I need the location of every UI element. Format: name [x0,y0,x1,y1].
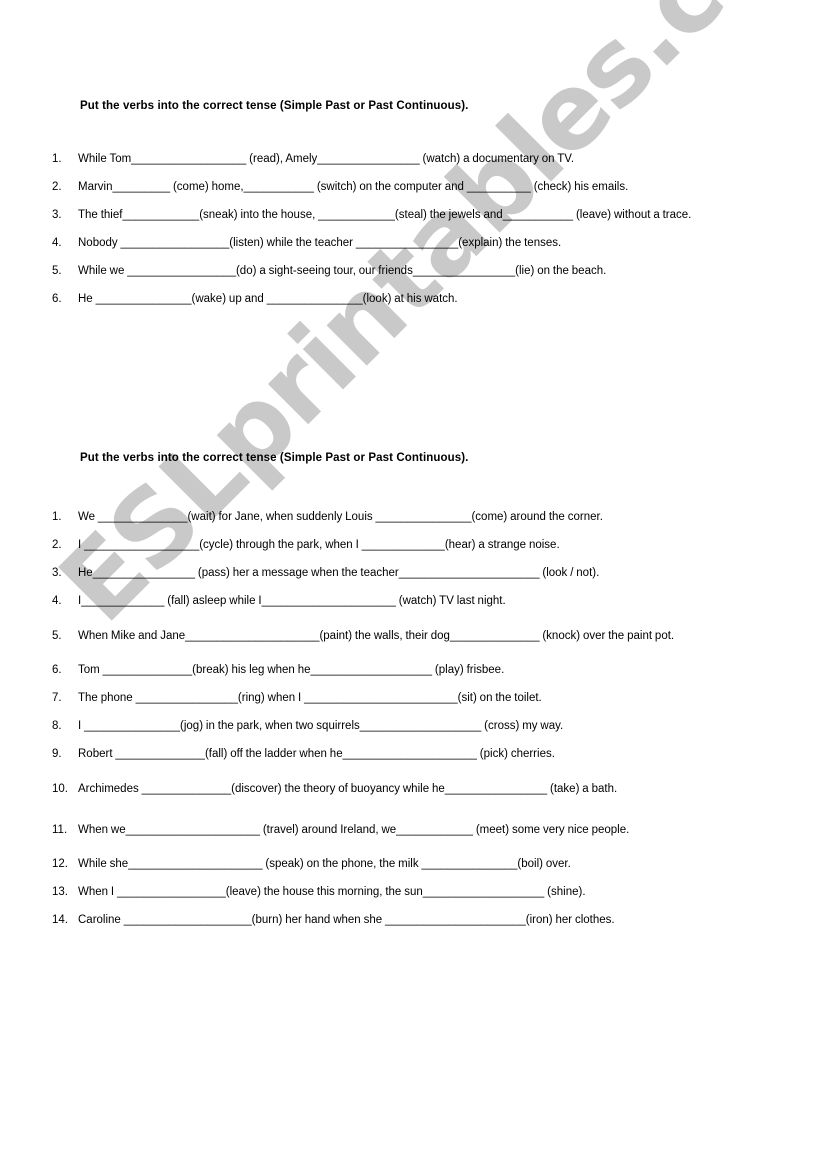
item-number: 6. [52,293,62,305]
item-text: When I _________________(leave) the hous… [78,886,586,898]
item-text: While we _________________(do) a sight-s… [78,265,607,277]
list-item: 5. When Mike and Jane___________________… [0,622,826,650]
exercise-2-heading: Put the verbs into the correct tense (Si… [80,452,469,464]
list-item: 2. I __________________(cycle) through t… [0,538,826,553]
list-item: 6. Tom ______________(break) his leg whe… [0,663,826,678]
item-number: 2. [52,539,62,551]
item-text: We ______________(wait) for Jane, when s… [78,511,603,523]
item-text: When we_____________________ (travel) ar… [78,824,630,836]
list-item: 10. Archimedes ______________(discover) … [0,775,826,803]
item-text: The phone ________________(ring) when I … [78,692,542,704]
item-number: 12. [52,858,68,870]
item-number: 3. [52,209,62,221]
list-item: 14. Caroline ____________________(burn) … [0,913,826,928]
list-item: 12. While she_____________________ (spea… [0,857,826,872]
item-number: 14. [52,914,68,926]
list-item: 6. He _______________(wake) up and _____… [0,292,826,307]
item-number: 9. [52,748,62,760]
item-number: 4. [52,237,62,249]
item-text: While she_____________________ (speak) o… [78,858,571,870]
item-number: 1. [52,511,62,523]
list-item: 4. Nobody _________________(listen) whil… [0,236,826,251]
item-text: He _______________(wake) up and ________… [78,293,458,305]
list-item: 1. We ______________(wait) for Jane, whe… [0,510,826,525]
item-text: I _______________(jog) in the park, when… [78,720,564,732]
list-item: 11. When we_____________________ (travel… [0,816,826,844]
item-text: The thief____________(sneak) into the ho… [78,209,692,221]
list-item: 8. I _______________(jog) in the park, w… [0,719,826,734]
item-number: 3. [52,567,62,579]
item-text: Caroline ____________________(burn) her … [78,914,615,926]
item-number: 4. [52,595,62,607]
item-text: I_____________ (fall) asleep while I____… [78,595,506,607]
worksheet-page: ESLprintables.com Put the verbs into the… [0,0,826,1169]
exercise-1-heading: Put the verbs into the correct tense (Si… [80,100,469,112]
item-text: Marvin_________ (come) home,___________ … [78,181,629,193]
list-item: 5. While we _________________(do) a sigh… [0,264,826,279]
list-item: 4. I_____________ (fall) asleep while I_… [0,594,826,609]
item-number: 6. [52,664,62,676]
list-item: 3. The thief____________(sneak) into the… [0,208,826,223]
list-item: 2. Marvin_________ (come) home,_________… [0,180,826,195]
item-number: 11. [52,824,68,836]
item-number: 5. [52,265,62,277]
list-item: 1. While Tom__________________ (read), A… [0,152,826,167]
list-item: 3. He________________ (pass) her a messa… [0,566,826,581]
list-item: 13. When I _________________(leave) the … [0,885,826,900]
item-text: He________________ (pass) her a message … [78,567,600,579]
item-text: Tom ______________(break) his leg when h… [78,664,505,676]
item-number: 1. [52,153,62,165]
list-item: 9. Robert ______________(fall) off the l… [0,747,826,762]
item-text: Archimedes ______________(discover) the … [78,783,618,795]
item-text: Robert ______________(fall) off the ladd… [78,748,555,760]
item-text: While Tom__________________ (read), Amel… [78,153,575,165]
exercise-1-list: 1. While Tom__________________ (read), A… [0,152,826,320]
item-number: 13. [52,886,68,898]
item-text: Nobody _________________(listen) while t… [78,237,562,249]
item-number: 8. [52,720,62,732]
item-number: 2. [52,181,62,193]
item-text: I __________________(cycle) through the … [78,539,560,551]
list-item: 7. The phone ________________(ring) when… [0,691,826,706]
item-text: When Mike and Jane_____________________(… [78,630,675,642]
item-number: 7. [52,692,62,704]
exercise-2-list: 1. We ______________(wait) for Jane, whe… [0,510,826,941]
item-number: 5. [52,630,62,642]
item-number: 10. [52,783,68,795]
